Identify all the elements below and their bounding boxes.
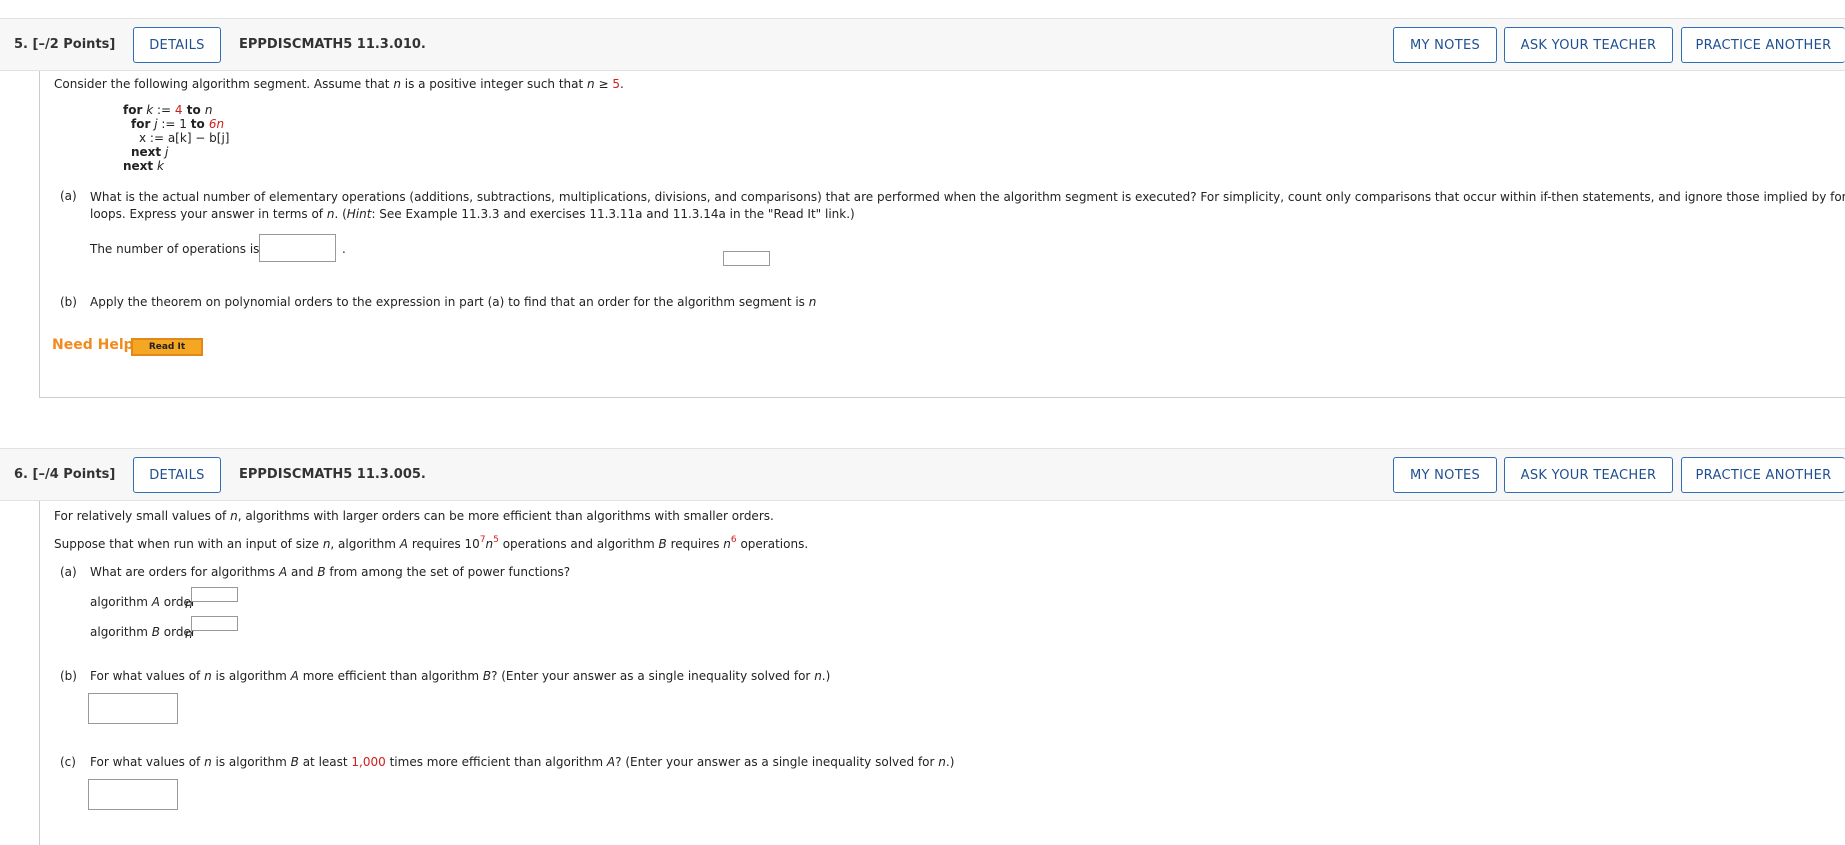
part-a-question: What are orders for algorithms A and B f…: [90, 565, 571, 579]
order-exponent-input[interactable]: [723, 251, 770, 266]
part-b-answer-input[interactable]: [88, 693, 178, 724]
details-button[interactable]: DETAILS: [133, 27, 221, 63]
part-a-label: (a): [60, 565, 77, 579]
part-b-label: (b): [60, 669, 77, 683]
need-help-label: Need Help?: [52, 337, 142, 353]
ask-your-teacher-button[interactable]: ASK YOUR TEACHER: [1504, 27, 1673, 63]
question-6-paragraph-1: For relatively small values of n, algori…: [54, 509, 774, 523]
part-b-label: (b): [60, 295, 77, 309]
practice-another-button[interactable]: PRACTICE ANOTHER: [1681, 457, 1845, 493]
my-notes-button[interactable]: MY NOTES: [1393, 27, 1497, 63]
code-line-5: next k: [123, 159, 164, 173]
question-5-intro: Consider the following algorithm segment…: [54, 77, 624, 91]
question-6-paragraph-2: Suppose that when run with an input of s…: [54, 535, 809, 551]
part-c-question: For what values of n is algorithm B at l…: [90, 755, 955, 769]
code-line-4: next j: [131, 145, 169, 159]
details-button[interactable]: DETAILS: [133, 457, 221, 493]
read-it-button[interactable]: Read It: [131, 338, 203, 356]
algorithm-b-order-exponent-input[interactable]: [191, 616, 238, 631]
question-6-header: 6. [–/4 Points] DETAILS EPPDISCMATH5 11.…: [0, 448, 1845, 501]
question-5-header: 5. [–/2 Points] DETAILS EPPDISCMATH5 11.…: [0, 18, 1845, 71]
question-6-points: 6. [–/4 Points]: [14, 467, 116, 482]
algorithm-a-order-exponent-input[interactable]: [191, 587, 238, 602]
code-line-3: x := a[k] − b[j]: [139, 131, 230, 145]
operations-label: The number of operations is: [90, 242, 260, 256]
operations-period: .: [342, 242, 346, 256]
part-c-answer-input[interactable]: [88, 779, 178, 810]
part-c-label: (c): [60, 755, 76, 769]
part-b-period: .: [770, 295, 774, 309]
part-a-label: (a): [60, 189, 77, 203]
code-line-2: for j := 1 to 6n: [131, 117, 225, 131]
operations-answer-input[interactable]: [259, 234, 336, 262]
part-b-question: Apply the theorem on polynomial orders t…: [90, 295, 817, 309]
part-b-question: For what values of n is algorithm A more…: [90, 669, 831, 683]
algorithm-b-order-label: algorithm B order: [90, 625, 196, 639]
question-6-code: EPPDISCMATH5 11.3.005.: [239, 467, 426, 482]
part-a-question: What is the actual number of elementary …: [90, 190, 1845, 221]
code-line-1: for k := 4 to n: [123, 103, 213, 117]
question-6-body: For relatively small values of n, algori…: [39, 501, 1845, 845]
question-5-points: 5. [–/2 Points]: [14, 37, 116, 52]
algorithm-a-order-label: algorithm A order: [90, 595, 196, 609]
my-notes-button[interactable]: MY NOTES: [1393, 457, 1497, 493]
algorithm-code-block: for k := 4 to n for j := 1 to 6n x := a[…: [123, 103, 230, 173]
ask-your-teacher-button[interactable]: ASK YOUR TEACHER: [1504, 457, 1673, 493]
practice-another-button[interactable]: PRACTICE ANOTHER: [1681, 27, 1845, 63]
question-5-code: EPPDISCMATH5 11.3.010.: [239, 37, 426, 52]
question-5-body: Consider the following algorithm segment…: [39, 71, 1845, 398]
